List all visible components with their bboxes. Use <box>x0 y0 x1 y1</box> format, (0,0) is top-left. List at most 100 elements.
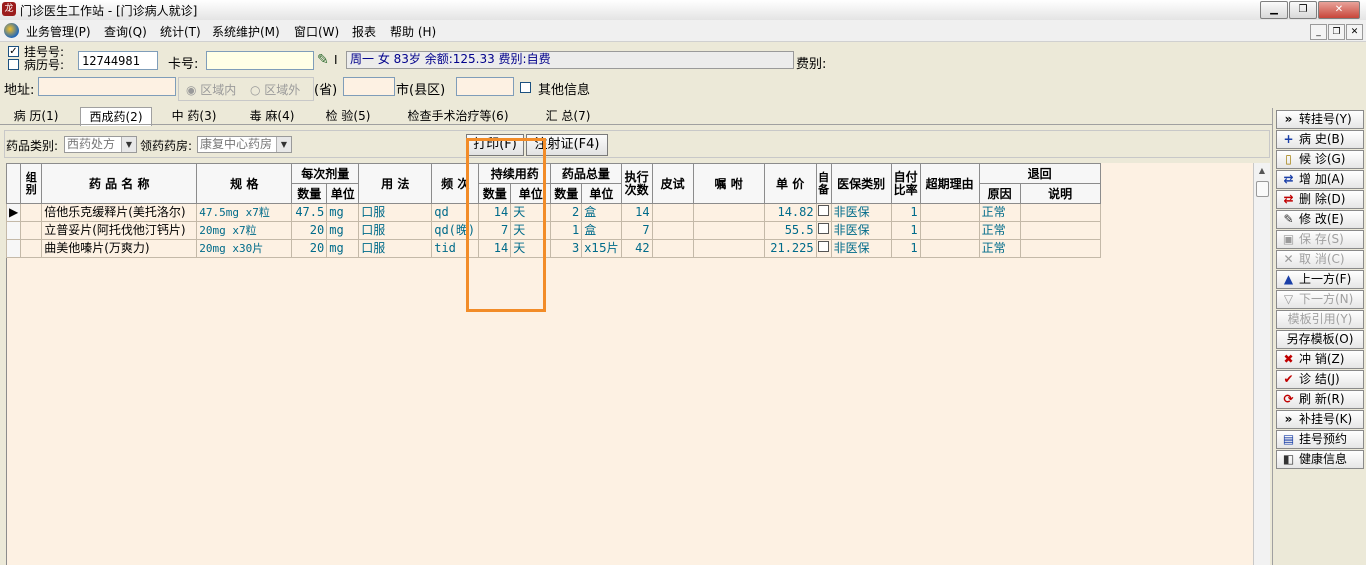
overlimit-cell[interactable] <box>919 221 980 240</box>
health-info-button[interactable]: ◧ 健康信息 <box>1276 450 1364 469</box>
next-prescription-button[interactable]: ▽ 下一方(N) <box>1276 290 1364 309</box>
tab-lab-test[interactable]: 检 验(5) <box>316 107 380 125</box>
card-no-input[interactable] <box>206 51 314 70</box>
minimize-button[interactable]: ▁ <box>1260 1 1288 19</box>
instruction-cell[interactable] <box>692 221 765 240</box>
record-no-checkbox[interactable] <box>8 59 19 70</box>
save-button[interactable]: ▣ 保 存(S) <box>1276 230 1364 249</box>
spec-cell[interactable]: 20mg x30片 <box>196 239 293 258</box>
scrollbar-thumb[interactable] <box>1256 181 1269 197</box>
record-no-input[interactable]: 12744981 <box>78 51 158 70</box>
prev-prescription-button[interactable]: ▲ 上一方(F) <box>1276 270 1364 289</box>
mdi-close-button[interactable]: ✕ <box>1346 24 1363 40</box>
delete-button[interactable]: ⇄ 删 除(D) <box>1276 190 1364 209</box>
self-prepare-checkbox[interactable] <box>815 239 832 258</box>
return-remark-cell[interactable] <box>1019 221 1101 240</box>
tab-exam-surgery[interactable]: 检查手术治疗等(6) <box>394 107 522 125</box>
return-reason-cell[interactable]: 正常 <box>978 221 1021 240</box>
drug-category-select[interactable]: 西药处方 ▼ <box>64 136 137 153</box>
overlimit-cell[interactable] <box>919 203 980 222</box>
edit-button[interactable]: ✎ 修 改(E) <box>1276 210 1364 229</box>
pharmacy-select[interactable]: 康复中心药房 ▼ <box>197 136 292 153</box>
drug-name-cell[interactable]: 立普妥片(阿托伐他汀钙片) <box>41 221 198 240</box>
chevron-down-icon[interactable]: ▼ <box>121 137 136 152</box>
spec-cell[interactable]: 47.5mg x7粒 <box>196 203 293 222</box>
reg-appointment-button[interactable]: ▤ 挂号预约 <box>1276 430 1364 449</box>
drug-name-cell[interactable]: 曲美他嗪片(万爽力) <box>41 239 198 258</box>
return-remark-cell[interactable] <box>1019 239 1101 258</box>
reverse-button[interactable]: ✖ 冲 销(Z) <box>1276 350 1364 369</box>
instruction-cell[interactable] <box>692 203 765 222</box>
return-reason-cell[interactable]: 正常 <box>978 203 1021 222</box>
chevron-down-icon[interactable]: ▼ <box>276 137 291 152</box>
grid-vertical-scrollbar[interactable]: ▲ <box>1253 163 1270 565</box>
exec-count-cell[interactable]: 14 <box>620 203 653 222</box>
save-template-button[interactable]: 另存模板(O) <box>1276 330 1364 349</box>
scroll-up-icon[interactable]: ▲ <box>1254 163 1270 179</box>
table-row[interactable]: ▶ 倍他乐克缓释片(美托洛尔) 47.5mg x7粒 47.5 mg 口服 qd… <box>5 203 1101 222</box>
menu-help[interactable]: 帮助 (H) <box>390 23 436 40</box>
skin-test-cell[interactable] <box>651 203 694 222</box>
table-row[interactable]: 曲美他嗪片(万爽力) 20mg x30片 20 mg 口服 tid 14 天 3… <box>5 239 1101 258</box>
self-prepare-checkbox[interactable] <box>815 203 832 222</box>
total-qty-cell[interactable]: 3 <box>550 239 583 258</box>
dose-unit-cell[interactable]: mg <box>326 221 360 240</box>
menu-system[interactable]: 系统维护(M) <box>212 23 280 40</box>
other-info-checkbox[interactable] <box>520 82 531 93</box>
transfer-reg-button[interactable]: » 转挂号(Y) <box>1276 110 1364 129</box>
add-button[interactable]: ⇄ 增 加(A) <box>1276 170 1364 189</box>
usage-cell[interactable]: 口服 <box>358 221 433 240</box>
province-input[interactable] <box>343 77 395 96</box>
reg-no-checkbox[interactable]: ✓ <box>8 46 19 57</box>
dose-qty-cell[interactable]: 47.5 <box>291 203 328 222</box>
insurance-cell[interactable]: 非医保 <box>830 239 892 258</box>
refresh-button[interactable]: ⟳ 刷 新(R) <box>1276 390 1364 409</box>
exec-count-cell[interactable]: 42 <box>620 239 653 258</box>
city-input[interactable] <box>456 77 514 96</box>
dose-qty-cell[interactable]: 20 <box>291 239 328 258</box>
total-unit-cell[interactable]: 盒 <box>581 221 622 240</box>
template-use-button[interactable]: 模板引用(Y) <box>1276 310 1364 329</box>
overlimit-cell[interactable] <box>919 239 980 258</box>
tab-medical-record[interactable]: 病 历(1) <box>4 107 68 125</box>
dose-unit-cell[interactable]: mg <box>326 239 360 258</box>
tab-chinese-medicine[interactable]: 中 药(3) <box>162 107 226 125</box>
mdi-minimize-button[interactable]: _ <box>1310 24 1327 40</box>
total-unit-cell[interactable]: 盒 <box>581 203 622 222</box>
mdi-restore-button[interactable]: ❐ <box>1328 24 1345 40</box>
menu-business[interactable]: 业务管理(P) <box>26 23 91 40</box>
drug-name-cell[interactable]: 倍他乐克缓释片(美托洛尔) <box>41 203 198 222</box>
self-prepare-checkbox[interactable] <box>815 221 832 240</box>
menu-statistics[interactable]: 统计(T) <box>160 23 201 40</box>
return-reason-cell[interactable]: 正常 <box>978 239 1021 258</box>
total-qty-cell[interactable]: 2 <box>550 203 583 222</box>
waiting-button[interactable]: ▯ 候 诊(G) <box>1276 150 1364 169</box>
return-remark-cell[interactable] <box>1019 203 1101 222</box>
dose-qty-cell[interactable]: 20 <box>291 221 328 240</box>
total-qty-cell[interactable]: 1 <box>550 221 583 240</box>
usage-cell[interactable]: 口服 <box>358 239 433 258</box>
supplement-reg-button[interactable]: » 补挂号(K) <box>1276 410 1364 429</box>
instruction-cell[interactable] <box>692 239 765 258</box>
region-out-radio[interactable]: ○ 区域外 <box>250 81 300 98</box>
usage-cell[interactable]: 口服 <box>358 203 433 222</box>
menu-report[interactable]: 报表 <box>352 23 376 40</box>
region-in-radio[interactable]: ◉ 区域内 <box>186 81 236 98</box>
insurance-cell[interactable]: 非医保 <box>830 221 892 240</box>
maximize-button[interactable]: ❐ <box>1289 1 1317 19</box>
total-unit-cell[interactable]: x15片 <box>581 239 622 258</box>
finish-visit-button[interactable]: ✔ 诊 结(J) <box>1276 370 1364 389</box>
menu-window[interactable]: 窗口(W) <box>294 23 339 40</box>
card-read-icon[interactable]: ✎ <box>317 52 329 68</box>
dose-unit-cell[interactable]: mg <box>326 203 360 222</box>
table-row[interactable]: 立普妥片(阿托伐他汀钙片) 20mg x7粒 20 mg 口服 qd(晚) 7 … <box>5 221 1101 240</box>
cancel-button[interactable]: ✕ 取 消(C) <box>1276 250 1364 269</box>
close-button[interactable]: ✕ <box>1318 1 1360 19</box>
spec-cell[interactable]: 20mg x7粒 <box>196 221 293 240</box>
skin-test-cell[interactable] <box>651 239 694 258</box>
address-input[interactable] <box>38 77 176 96</box>
history-button[interactable]: + 病 史(B) <box>1276 130 1364 149</box>
insurance-cell[interactable]: 非医保 <box>830 203 892 222</box>
menu-query[interactable]: 查询(Q) <box>104 23 147 40</box>
tab-narcotics[interactable]: 毒 麻(4) <box>240 107 304 125</box>
